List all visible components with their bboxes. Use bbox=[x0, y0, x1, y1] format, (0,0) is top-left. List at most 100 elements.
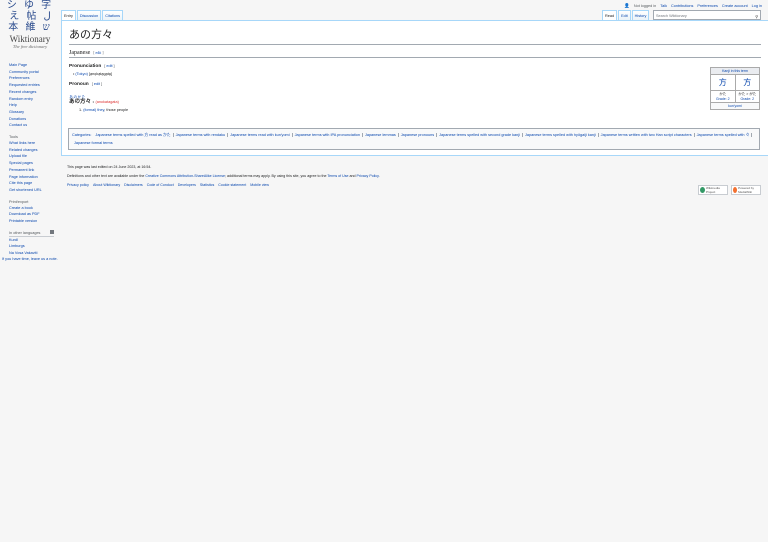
def-text: , those people bbox=[104, 108, 129, 112]
sidebar-item-nav[interactable]: Main Page bbox=[9, 62, 59, 69]
sidebar-item-nav[interactable]: Donations bbox=[9, 116, 59, 123]
sidebar-item-tools[interactable]: Get shortened URL bbox=[9, 187, 59, 194]
user-icon: 👤 bbox=[624, 3, 630, 8]
sidebar-item-print[interactable]: Download as PDF bbox=[9, 211, 59, 218]
badge-text: Wikimedia Project bbox=[706, 186, 720, 194]
sidebar-item-tools[interactable]: Upload file bbox=[9, 153, 59, 160]
ipa-text: [a̠no̞ka̠ta̠ga̠ta̠] bbox=[88, 72, 112, 76]
kanji-reading-1: かた Grade: 2 bbox=[711, 90, 736, 102]
definition: 1. (formal) they, those people bbox=[79, 108, 761, 112]
language-name: Japanese bbox=[69, 50, 91, 56]
kanji-reading-type[interactable]: kun'yomi bbox=[711, 102, 759, 109]
mediawiki-icon bbox=[733, 187, 738, 193]
wikimedia-icon bbox=[700, 187, 705, 193]
kanji-2[interactable]: 方 bbox=[735, 74, 759, 90]
personal-link[interactable]: Create account bbox=[722, 4, 748, 8]
sidebar-item-nav[interactable]: Help bbox=[9, 102, 59, 109]
category-link[interactable]: Japanese terms spelled with hyōgaiji kan… bbox=[522, 133, 599, 137]
footer-link[interactable]: Disclaimers bbox=[124, 183, 143, 187]
category-link[interactable]: Japanese terms with IPA pronunciation bbox=[292, 133, 363, 137]
category-link[interactable]: Japanese lemmas bbox=[362, 133, 399, 137]
sidebar-item-tools[interactable]: Permanent link bbox=[9, 167, 59, 174]
pronunciation-item: • (Tokyo) [a̠no̞ka̠ta̠ga̠ta̠] bbox=[73, 72, 112, 76]
footer-link[interactable]: Privacy policy bbox=[67, 183, 89, 187]
category-link[interactable]: Japanese terms spelled with 々 bbox=[694, 133, 753, 137]
category-link[interactable]: Japanese formal terms bbox=[72, 141, 115, 145]
logo-tagline: The free dictionary bbox=[12, 44, 48, 49]
wikimedia-badge[interactable]: Wikimedia Project bbox=[698, 185, 728, 195]
sidebar-item-langs[interactable]: Na Vosa Vakaviti bbox=[9, 250, 59, 257]
grade-link[interactable]: Grade: 2 bbox=[716, 97, 730, 101]
sidebar-item-print[interactable]: Printable version bbox=[9, 218, 59, 225]
footer-link[interactable]: Developers bbox=[178, 183, 196, 187]
sidebar-item-nav[interactable]: Requested entries bbox=[9, 82, 59, 89]
personal-tools: 👤 Not logged in Talk Contributions Prefere… bbox=[624, 3, 762, 9]
sidebar-item-nav[interactable]: Community portal bbox=[9, 69, 59, 76]
headword-ruby[interactable]: あのかた bbox=[69, 95, 86, 99]
def-label-link[interactable]: (formal) bbox=[83, 108, 96, 112]
pos-heading-text: Pronoun bbox=[69, 82, 89, 87]
login-status: Not logged in bbox=[633, 4, 657, 8]
mediawiki-badge[interactable]: Powered by MediaWiki bbox=[731, 185, 761, 195]
sidebar-item-langs[interactable]: Limburgs bbox=[9, 243, 59, 250]
sidebar-item-tools[interactable]: What links here bbox=[9, 140, 59, 147]
sidebar-item-nav[interactable]: Glossary bbox=[9, 109, 59, 116]
sidebar-item-tools[interactable]: Cite this page bbox=[9, 180, 59, 187]
wiktionary-logo[interactable]: シ ゆ 字え 帖 ل本 維 ש Wiktionary The free dict… bbox=[4, 0, 56, 56]
headword-line: あの方あのかた々 • (anokatagata) bbox=[69, 95, 761, 105]
privacy-link[interactable]: Privacy Policy bbox=[357, 174, 379, 178]
last-edited: This page was last edited on 24 June 202… bbox=[67, 165, 152, 169]
edit-link[interactable]: edit bbox=[106, 64, 112, 68]
footer-link[interactable]: Mobile view bbox=[250, 183, 269, 187]
pronoun-heading: Pronoun[ edit ] bbox=[69, 82, 103, 87]
footer-link[interactable]: About Wiktionary bbox=[93, 183, 120, 187]
personal-link[interactable]: Log in bbox=[752, 4, 762, 8]
category-link[interactable]: Japanese terms spelled with 方 read as かた bbox=[93, 133, 174, 137]
language-heading: Japanese[ edit ] bbox=[69, 50, 761, 58]
languages-heading: In other languages bbox=[9, 229, 54, 237]
edit-link[interactable]: edit bbox=[96, 51, 102, 55]
search-icon[interactable]: ⚲ bbox=[755, 14, 758, 19]
footer-links: Privacy policy About Wiktionary Disclaimer… bbox=[67, 183, 761, 187]
sidebar-item-tools[interactable]: Page information bbox=[9, 174, 59, 181]
sidebar-item-nav[interactable]: Recent changes bbox=[9, 89, 59, 96]
sidebar-item-print[interactable]: Create a book bbox=[9, 205, 59, 212]
sidebar-item-tools[interactable]: Related changes bbox=[9, 147, 59, 154]
search-input[interactable]: Search Wiktionary ⚲ bbox=[653, 10, 761, 20]
kanji-reading-2: かた > がた Grade: 2 bbox=[735, 90, 759, 102]
sidebar-item-langs[interactable]: Kurdî bbox=[9, 237, 59, 244]
personal-link[interactable]: Contributions bbox=[671, 4, 693, 8]
leave-note-link[interactable]: If you have time, leave us a note. bbox=[2, 257, 60, 262]
def-number: 1. bbox=[79, 108, 83, 112]
personal-link[interactable]: Talk bbox=[660, 4, 667, 8]
category-link[interactable]: Japanese terms read with kun'yomi bbox=[228, 133, 293, 137]
page-title: あの方々 bbox=[69, 26, 761, 45]
and-text: and bbox=[348, 174, 357, 178]
sidebar-item-nav[interactable]: Contact us bbox=[9, 122, 59, 129]
languages-label: In other languages bbox=[9, 230, 41, 235]
badge-text: Powered by MediaWiki bbox=[738, 186, 754, 194]
reading-text: かた bbox=[719, 92, 727, 96]
license-text: Definitions and other text are available… bbox=[67, 174, 761, 178]
category-link[interactable]: Japanese pronouns bbox=[398, 133, 438, 137]
category-link[interactable]: Japanese terms written with two Han scri… bbox=[598, 133, 695, 137]
kanji-1[interactable]: 方 bbox=[711, 74, 736, 90]
footer-link[interactable]: Cookie statement bbox=[218, 183, 246, 187]
romaji-link[interactable]: (anokatagata) bbox=[95, 100, 118, 104]
license-link[interactable]: Creative Commons Attribution-ShareAlike … bbox=[145, 174, 225, 178]
categories-label[interactable]: Categories: bbox=[72, 133, 93, 137]
sidebar-item-nav[interactable]: Preferences bbox=[9, 75, 59, 82]
category-link[interactable]: Japanese terms spelled with second grade… bbox=[437, 133, 523, 137]
sidebar-item-nav[interactable]: Random entry bbox=[9, 96, 59, 103]
gear-icon[interactable] bbox=[50, 229, 54, 234]
category-link[interactable]: Japanese terms with rendaku bbox=[173, 133, 229, 137]
grade-link[interactable]: Grade: 2 bbox=[740, 97, 754, 101]
sidebar-item-tools[interactable]: Special pages bbox=[9, 160, 59, 167]
terms-link[interactable]: Terms of Use bbox=[327, 174, 348, 178]
footer-link[interactable]: Code of Conduct bbox=[147, 183, 174, 187]
edit-link[interactable]: edit bbox=[94, 82, 100, 86]
footer-link[interactable]: Statistics bbox=[200, 183, 214, 187]
pron-region-link[interactable]: (Tokyo) bbox=[75, 72, 87, 76]
pron-heading-text: Pronunciation bbox=[69, 64, 102, 69]
personal-link[interactable]: Preferences bbox=[697, 4, 717, 8]
